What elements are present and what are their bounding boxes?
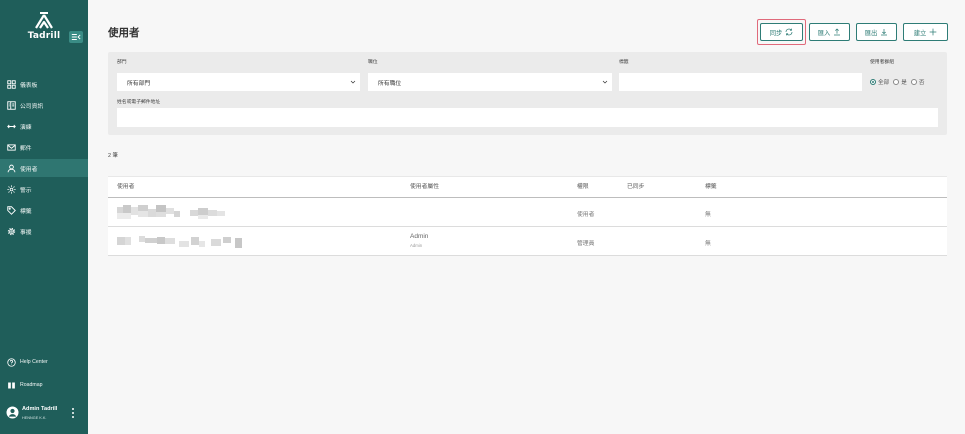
row-tags: 無 (705, 241, 711, 247)
result-count: 2 筆 (108, 153, 118, 159)
row-permission: 管理員 (577, 241, 595, 247)
sidebar-item-tags[interactable]: 標籤 (0, 201, 88, 219)
sidebar: Tadrill 儀表板 公司資訊 演練 郵件 使用者 警示 標籤 事援 Help… (0, 0, 88, 434)
column-header-synced[interactable]: 已同步 (627, 177, 644, 197)
sidebar-item-alerts[interactable]: 警示 (0, 180, 88, 198)
sidebar-nav: 儀表板 公司資訊 演練 郵件 使用者 警示 標籤 事援 (0, 72, 88, 243)
alert-icon (7, 184, 16, 194)
gear-icon (7, 227, 16, 236)
position-select-value: 所有職位 (378, 80, 402, 87)
chevron-down-icon (602, 80, 608, 84)
roadmap-label: Roadmap (20, 382, 43, 388)
user-group-option-yes[interactable]: 是 (893, 78, 907, 86)
radio-label-yes: 是 (901, 80, 907, 86)
question-circle-icon (7, 357, 16, 367)
sidebar-item-company-info[interactable]: 公司資訊 (0, 96, 88, 114)
table-row[interactable]: 使用者 無 (108, 198, 947, 227)
row-tags: 無 (705, 212, 711, 218)
arrows-icon (7, 122, 16, 131)
page-actions: 同步 匯入 匯出 建立 (760, 23, 948, 41)
dashboard-icon (7, 79, 16, 89)
sidebar-item-dashboard[interactable]: 儀表板 (0, 75, 88, 93)
building-icon (7, 100, 16, 110)
account-company: HENNGE K.K. (22, 416, 47, 420)
import-button[interactable]: 匯入 (809, 23, 850, 41)
sidebar-item-label: 郵件 (20, 145, 32, 152)
position-select[interactable]: 所有職位 (368, 73, 612, 91)
department-select-value: 所有部門 (127, 80, 151, 87)
column-header-tags[interactable]: 標籤 (705, 177, 717, 197)
sidebar-item-label: 公司資訊 (20, 103, 44, 110)
collapse-icon (71, 34, 81, 40)
table-header: 使用者 使用者屬性 權限 已同步 標籤 (108, 177, 947, 198)
download-icon (881, 29, 888, 36)
roadmap-link[interactable]: Roadmap (0, 376, 88, 394)
account-name: Admin Tadrill (22, 406, 58, 412)
sidebar-item-drills[interactable]: 演練 (0, 117, 88, 135)
plus-icon (929, 28, 937, 36)
sidebar-item-label: 警示 (20, 187, 32, 194)
sync-icon (785, 28, 793, 36)
department-label: 部門 (117, 60, 127, 65)
radio-button-no[interactable] (910, 79, 917, 85)
import-button-label: 匯入 (817, 29, 831, 37)
kebab-menu-icon[interactable] (70, 407, 76, 419)
sidebar-item-label: 演練 (20, 124, 32, 131)
sidebar-item-settings[interactable]: 事援 (0, 222, 88, 240)
search-label: 姓名或電子郵件地址 (117, 100, 161, 105)
sidebar-item-label: 標籤 (20, 208, 32, 215)
radio-button-all[interactable] (870, 79, 876, 85)
sidebar-item-label: 使用者 (20, 166, 38, 173)
radio-label-no: 否 (918, 80, 925, 86)
radio-button-yes[interactable] (893, 79, 900, 85)
row-attribute: Admin (410, 233, 429, 240)
help-center-label: Help Center (20, 359, 48, 365)
sync-button-label: 同步 (769, 29, 783, 37)
table-row[interactable]: Admin Admin 管理員 無 (108, 227, 947, 256)
sidebar-item-users[interactable]: 使用者 (0, 159, 88, 177)
tag-label: 標籤 (619, 60, 629, 65)
user-icon (7, 164, 16, 173)
row-attribute-sub: Admin (410, 243, 423, 248)
position-label: 職位 (368, 60, 378, 65)
filter-panel: 部門 所有部門 職位 所有職位 標籤 使用者群組 全部 是 否 姓名或電子郵件地… (108, 52, 947, 135)
roadmap-icon (7, 381, 16, 390)
column-header-attribute[interactable]: 使用者屬性 (410, 177, 439, 197)
sidebar-item-label: 儀表板 (20, 82, 38, 89)
column-header-permission[interactable]: 權限 (577, 177, 589, 197)
tag-input[interactable] (619, 73, 862, 91)
department-select[interactable]: 所有部門 (117, 73, 360, 91)
radio-label-all: 全部 (878, 80, 890, 86)
row-permission: 使用者 (577, 212, 595, 218)
help-center-link[interactable]: Help Center (0, 353, 88, 371)
avatar[interactable] (6, 406, 19, 419)
page-title: 使用者 (108, 27, 140, 39)
upload-icon (834, 28, 841, 36)
tadrill-logo[interactable] (33, 11, 55, 29)
sync-button[interactable]: 同步 (760, 23, 803, 41)
sidebar-item-label: 事援 (20, 229, 32, 236)
tag-icon (7, 205, 16, 215)
chevron-down-icon (350, 80, 356, 84)
export-button[interactable]: 匯出 (856, 23, 897, 41)
create-button-label: 建立 (913, 29, 927, 37)
redacted-user-name[interactable] (117, 233, 242, 248)
mail-icon (7, 143, 16, 152)
create-button[interactable]: 建立 (903, 23, 948, 41)
search-input[interactable] (117, 108, 938, 127)
user-group-option-no[interactable]: 否 (910, 78, 925, 86)
collapse-sidebar-button[interactable] (69, 31, 83, 43)
user-group-radio-group: 全部 是 否 (870, 73, 924, 91)
user-group-option-all[interactable]: 全部 (870, 78, 889, 86)
column-header-user[interactable]: 使用者 (117, 177, 134, 197)
export-button-label: 匯出 (864, 29, 878, 37)
users-table: 使用者 使用者屬性 權限 已同步 標籤 使用者 無 Admin Admin 管理… (108, 176, 947, 256)
sidebar-item-mail[interactable]: 郵件 (0, 138, 88, 156)
user-group-label: 使用者群組 (870, 60, 894, 65)
redacted-user-name[interactable] (117, 205, 225, 219)
